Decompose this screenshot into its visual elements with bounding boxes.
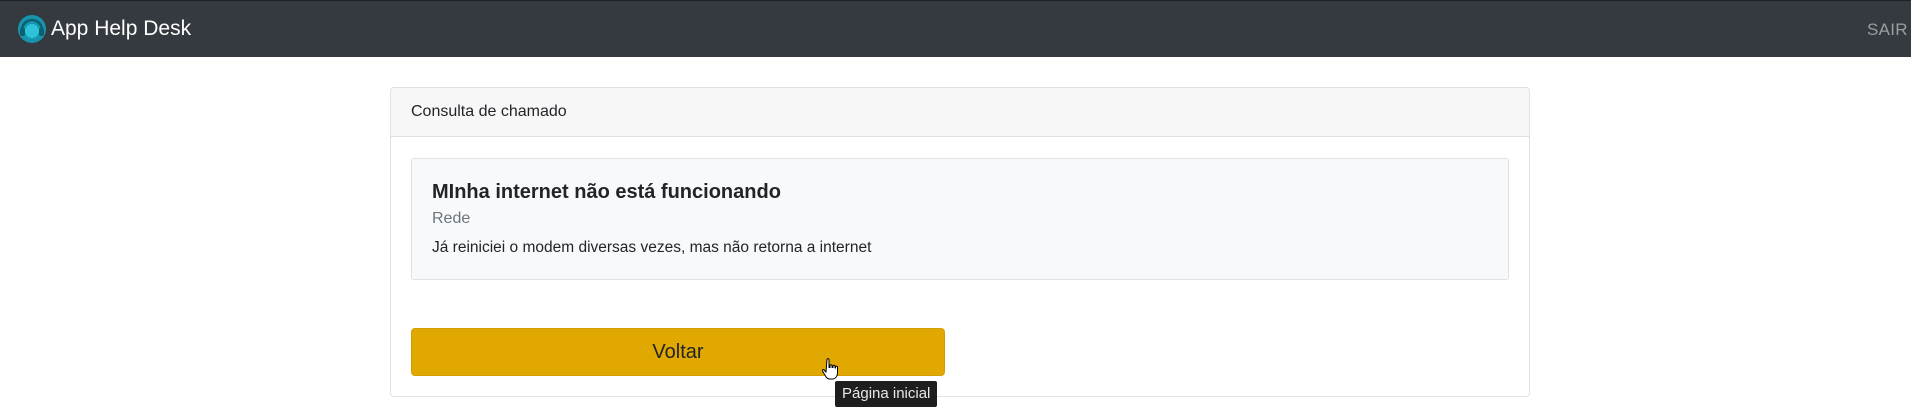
tooltip: Página inicial: [835, 381, 938, 407]
navbar: App Help Desk SAIR: [0, 0, 1911, 57]
brand-link[interactable]: App Help Desk: [17, 14, 191, 44]
headset-icon: [18, 15, 46, 43]
ticket-query-card: Consulta de chamado MInha internet não e…: [390, 87, 1530, 397]
back-button[interactable]: Voltar: [411, 328, 945, 376]
ticket-category: Rede: [432, 210, 471, 227]
logout-link[interactable]: SAIR: [1867, 20, 1911, 40]
ticket-item: MInha internet não está funcionando Rede…: [411, 158, 1509, 280]
ticket-description: Já reiniciei o modem diversas vezes, mas…: [432, 239, 872, 256]
ticket-title: MInha internet não está funcionando: [432, 181, 781, 203]
brand-title: App Help Desk: [51, 17, 192, 40]
hand-pointer-cursor-icon: [822, 358, 838, 380]
card-header: Consulta de chamado: [391, 88, 1529, 137]
